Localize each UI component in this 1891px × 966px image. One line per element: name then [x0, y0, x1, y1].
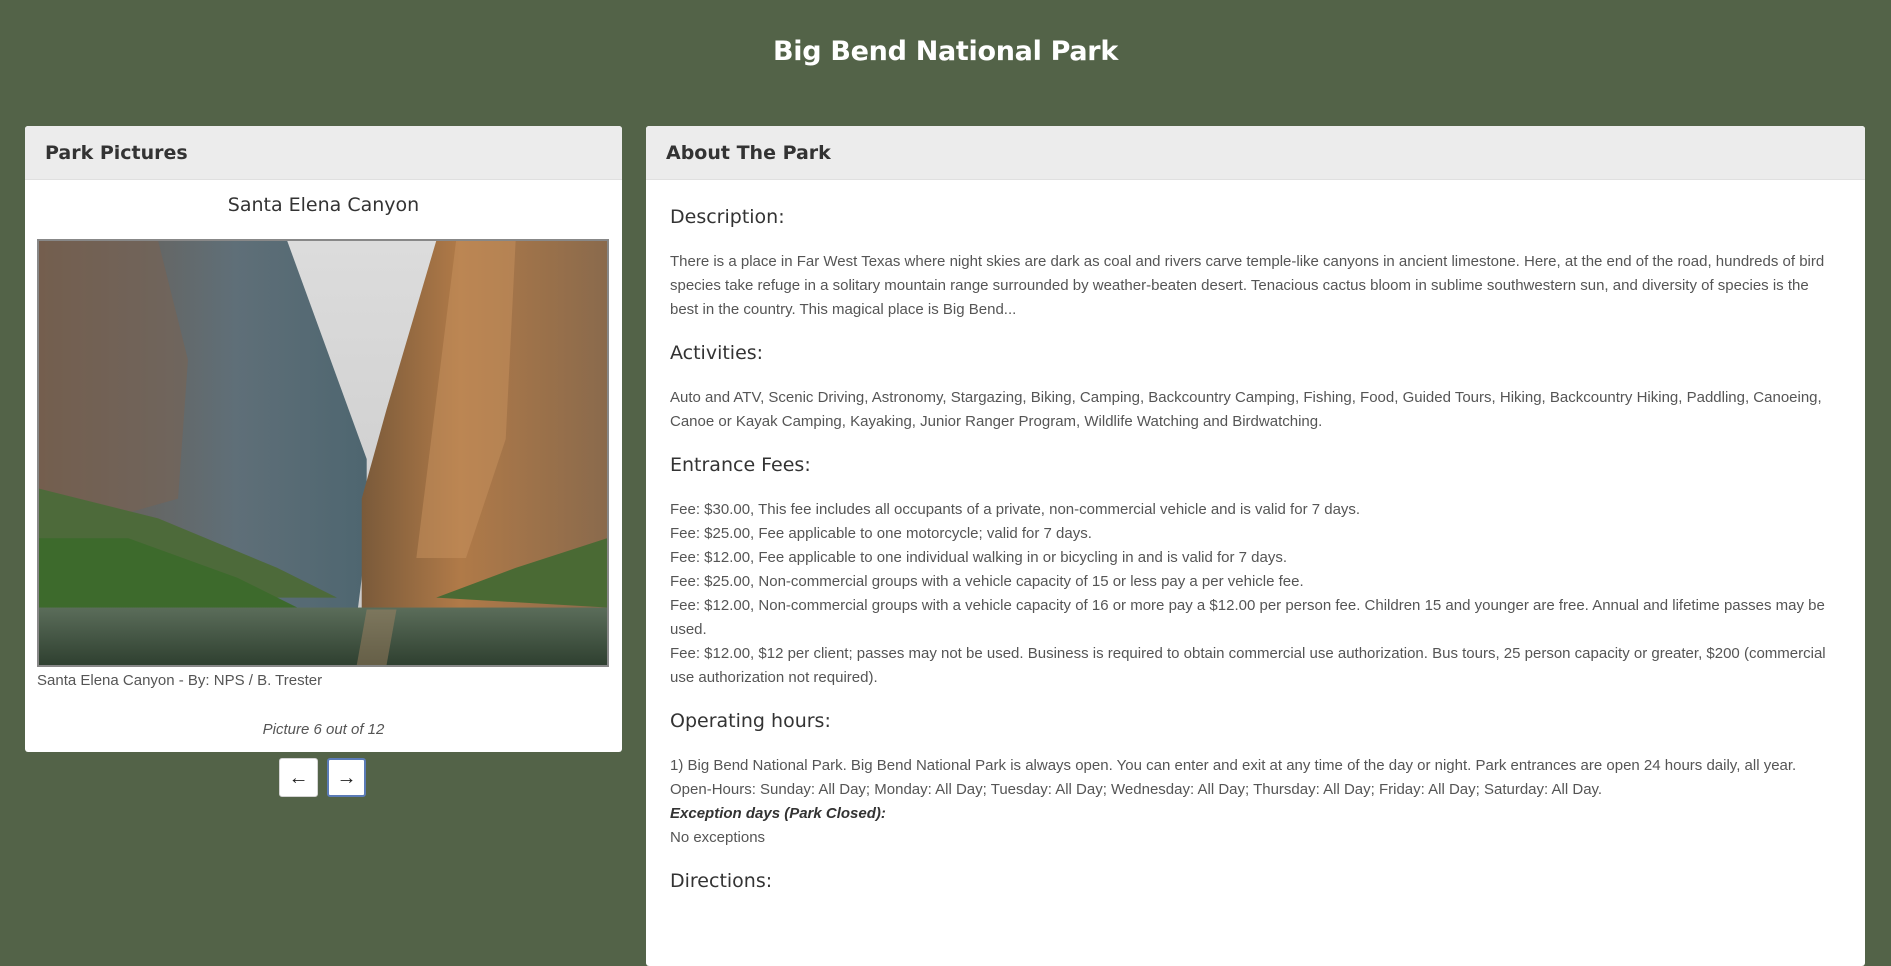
about-park-body: Description: There is a place in Far Wes… [646, 180, 1865, 892]
picture-title: Santa Elena Canyon [227, 194, 420, 216]
exception-days-value: No exceptions [670, 829, 766, 846]
fee-item: Fee: $25.00, Non-commercial groups with … [670, 573, 1304, 590]
open-hours: Open-Hours: Sunday: All Day; Monday: All… [670, 781, 1603, 798]
fee-item: Fee: $12.00, Non-commercial groups with … [670, 597, 1825, 638]
picture-counter: Picture 6 out of 12 [262, 721, 385, 738]
entrance-fees-list: Fee: $30.00, This fee includes all occup… [670, 498, 1841, 690]
description-text: There is a place in Far West Texas where… [670, 253, 1825, 318]
about-park-card: About The Park Description: There is a p… [646, 126, 1865, 966]
operating-hours-text: 1) Big Bend National Park. Big Bend Nati… [670, 754, 1841, 850]
exception-days-label: Exception days (Park Closed): [670, 805, 886, 822]
previous-picture-button[interactable]: ← [279, 758, 318, 797]
arrow-left-icon: ← [288, 766, 309, 789]
operating-hours-title: Operating hours: [670, 710, 831, 732]
park-pictures-card: Park Pictures Santa Elena Canyon Santa E… [25, 126, 622, 752]
page-title: Big Bend National Park [773, 36, 1118, 67]
fee-item: Fee: $30.00, This fee includes all occup… [670, 501, 1361, 518]
fee-item: Fee: $12.00, $12 per client; passes may … [670, 645, 1826, 686]
park-photo[interactable] [37, 239, 609, 667]
hours-description: 1) Big Bend National Park. Big Bend Nati… [670, 757, 1797, 774]
about-park-header: About The Park [646, 126, 1865, 180]
next-picture-button[interactable]: → [327, 758, 366, 797]
arrow-right-icon: → [336, 766, 357, 789]
fee-item: Fee: $25.00, Fee applicable to one motor… [670, 525, 1092, 542]
activities-title: Activities: [670, 342, 764, 364]
picture-caption: Santa Elena Canyon - By: NPS / B. Treste… [37, 672, 323, 689]
canyon-photo-image [39, 241, 607, 665]
fee-item: Fee: $12.00, Fee applicable to one indiv… [670, 549, 1288, 566]
park-pictures-header: Park Pictures [25, 126, 622, 180]
activities-text: Auto and ATV, Scenic Driving, Astronomy,… [670, 389, 1822, 430]
entrance-fees-title: Entrance Fees: [670, 454, 811, 476]
description-title: Description: [670, 206, 785, 228]
directions-title: Directions: [670, 870, 773, 892]
